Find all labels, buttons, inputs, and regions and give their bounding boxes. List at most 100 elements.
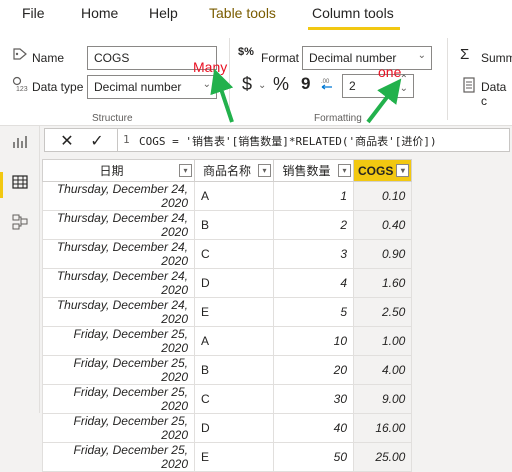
- column-header-product[interactable]: 商品名称 ▾: [194, 159, 274, 182]
- filter-dropdown-icon[interactable]: ▾: [338, 164, 351, 177]
- formula-divider: [117, 129, 118, 151]
- cell-date[interactable]: Thursday, December 24, 2020: [42, 297, 195, 327]
- spin-down-icon[interactable]: ⌄: [400, 83, 408, 94]
- cell-date[interactable]: Thursday, December 24, 2020: [42, 268, 195, 298]
- cell-product[interactable]: C: [194, 384, 274, 414]
- table-row: Thursday, December 24, 2020 E 5 2.50: [42, 297, 413, 327]
- cell-quantity[interactable]: 50: [273, 442, 354, 472]
- group-divider: [447, 38, 448, 120]
- line-number: 1: [123, 133, 130, 146]
- menu-file[interactable]: File: [22, 5, 45, 21]
- formula-bar: ✕ ✓ 1 COGS = '销售表'[销售数量]*RELATED('商品表'[进…: [44, 128, 510, 152]
- cell-cogs[interactable]: 9.00: [352, 384, 413, 414]
- chevron-down-icon: ⌄: [417, 50, 426, 61]
- table-row: Friday, December 25, 2020 A 10 1.00: [42, 326, 413, 356]
- menu-bar: File Home Help Table tools Column tools: [0, 0, 512, 30]
- data-type-label: Data type: [32, 80, 84, 94]
- currency-icon[interactable]: $: [242, 74, 252, 95]
- cell-date[interactable]: Friday, December 25, 2020: [42, 413, 195, 443]
- comma-style-icon[interactable]: 9: [301, 74, 310, 94]
- format-select[interactable]: Decimal number ⌄: [302, 46, 432, 70]
- formatting-group-label: Formatting: [314, 113, 362, 124]
- cell-quantity[interactable]: 1: [273, 181, 354, 211]
- data-category-label[interactable]: Data c: [481, 80, 512, 108]
- percent-icon[interactable]: %: [273, 74, 289, 95]
- chevron-down-icon[interactable]: ⌄: [258, 80, 266, 91]
- cell-quantity[interactable]: 10: [273, 326, 354, 356]
- data-view-icon[interactable]: [10, 174, 30, 194]
- filter-dropdown-icon[interactable]: ▾: [258, 164, 271, 177]
- commit-formula-icon[interactable]: ✓: [85, 131, 109, 150]
- menu-column-tools[interactable]: Column tools: [312, 5, 394, 21]
- cell-date[interactable]: Thursday, December 24, 2020: [42, 239, 195, 269]
- cell-cogs[interactable]: 16.00: [352, 413, 413, 443]
- cell-quantity[interactable]: 20: [273, 355, 354, 385]
- menu-help[interactable]: Help: [149, 5, 178, 21]
- cell-date[interactable]: Friday, December 25, 2020: [42, 442, 195, 472]
- cell-product[interactable]: B: [194, 210, 274, 240]
- data-type-select[interactable]: Decimal number ⌄: [87, 75, 217, 99]
- cell-date[interactable]: Friday, December 25, 2020: [42, 355, 195, 385]
- column-header-quantity[interactable]: 销售数量 ▾: [273, 159, 354, 182]
- decimal-places-value: 2: [349, 79, 356, 93]
- chevron-down-icon: ⌄: [202, 79, 211, 90]
- cell-quantity[interactable]: 3: [273, 239, 354, 269]
- table-row: Friday, December 25, 2020 B 20 4.00: [42, 355, 413, 385]
- cell-cogs[interactable]: 2.50: [352, 297, 413, 327]
- name-value: COGS: [94, 51, 130, 65]
- cell-cogs[interactable]: 1.60: [352, 268, 413, 298]
- column-header-label: 日期: [99, 164, 124, 178]
- filter-dropdown-icon[interactable]: ▾: [396, 164, 410, 177]
- report-view-icon[interactable]: [10, 134, 30, 154]
- cell-quantity[interactable]: 2: [273, 210, 354, 240]
- cell-product[interactable]: A: [194, 181, 274, 211]
- cell-cogs[interactable]: 1.00: [352, 326, 413, 356]
- menu-table-tools[interactable]: Table tools: [209, 5, 276, 21]
- summarization-icon: Σ: [460, 46, 470, 63]
- summarization-label[interactable]: Summ: [481, 51, 512, 65]
- cell-product[interactable]: C: [194, 239, 274, 269]
- model-view-icon[interactable]: [10, 214, 30, 234]
- data-category-icon: [462, 77, 476, 96]
- cell-product[interactable]: D: [194, 268, 274, 298]
- cell-cogs[interactable]: 25.00: [352, 442, 413, 472]
- cell-date[interactable]: Thursday, December 24, 2020: [42, 181, 195, 211]
- column-header-label: 商品名称: [202, 164, 251, 178]
- menu-home[interactable]: Home: [81, 5, 118, 21]
- cell-cogs[interactable]: 0.40: [352, 210, 413, 240]
- filter-dropdown-icon[interactable]: ▾: [179, 164, 192, 177]
- cell-cogs[interactable]: 0.10: [352, 181, 413, 211]
- decrease-decimal-icon[interactable]: .00: [319, 76, 335, 95]
- cell-cogs[interactable]: 0.90: [352, 239, 413, 269]
- cell-date[interactable]: Friday, December 25, 2020: [42, 384, 195, 414]
- cell-product[interactable]: B: [194, 355, 274, 385]
- cell-cogs[interactable]: 4.00: [352, 355, 413, 385]
- cell-quantity[interactable]: 4: [273, 268, 354, 298]
- cell-date[interactable]: Thursday, December 24, 2020: [42, 210, 195, 240]
- annotation-many: Many: [193, 59, 228, 75]
- svg-text:.00: .00: [321, 79, 330, 85]
- formula-input[interactable]: COGS = '销售表'[销售数量]*RELATED('商品表'[进价]): [139, 133, 437, 149]
- column-header-date[interactable]: 日期 ▾: [42, 159, 195, 182]
- cell-product[interactable]: D: [194, 413, 274, 443]
- cell-quantity[interactable]: 40: [273, 413, 354, 443]
- active-view-indicator: [0, 172, 3, 198]
- cell-product[interactable]: A: [194, 326, 274, 356]
- format-label: Format: [261, 51, 300, 65]
- cell-product[interactable]: E: [194, 297, 274, 327]
- cancel-formula-icon[interactable]: ✕: [55, 131, 79, 150]
- cell-quantity[interactable]: 30: [273, 384, 354, 414]
- format-value: Decimal number: [309, 51, 397, 65]
- left-view-rail: [0, 126, 40, 413]
- table-row: Thursday, December 24, 2020 C 3 0.90: [42, 239, 413, 269]
- column-header-label: COGS: [358, 163, 394, 178]
- cell-date[interactable]: Friday, December 25, 2020: [42, 326, 195, 356]
- column-header-label: 销售数量: [282, 164, 331, 178]
- structure-group-label: Structure: [92, 113, 133, 124]
- column-header-cogs[interactable]: COGS ▾: [352, 159, 413, 182]
- cell-product[interactable]: E: [194, 442, 274, 472]
- name-label: Name: [32, 51, 65, 65]
- svg-text:123: 123: [16, 86, 28, 92]
- cell-quantity[interactable]: 5: [273, 297, 354, 327]
- group-divider: [229, 38, 230, 120]
